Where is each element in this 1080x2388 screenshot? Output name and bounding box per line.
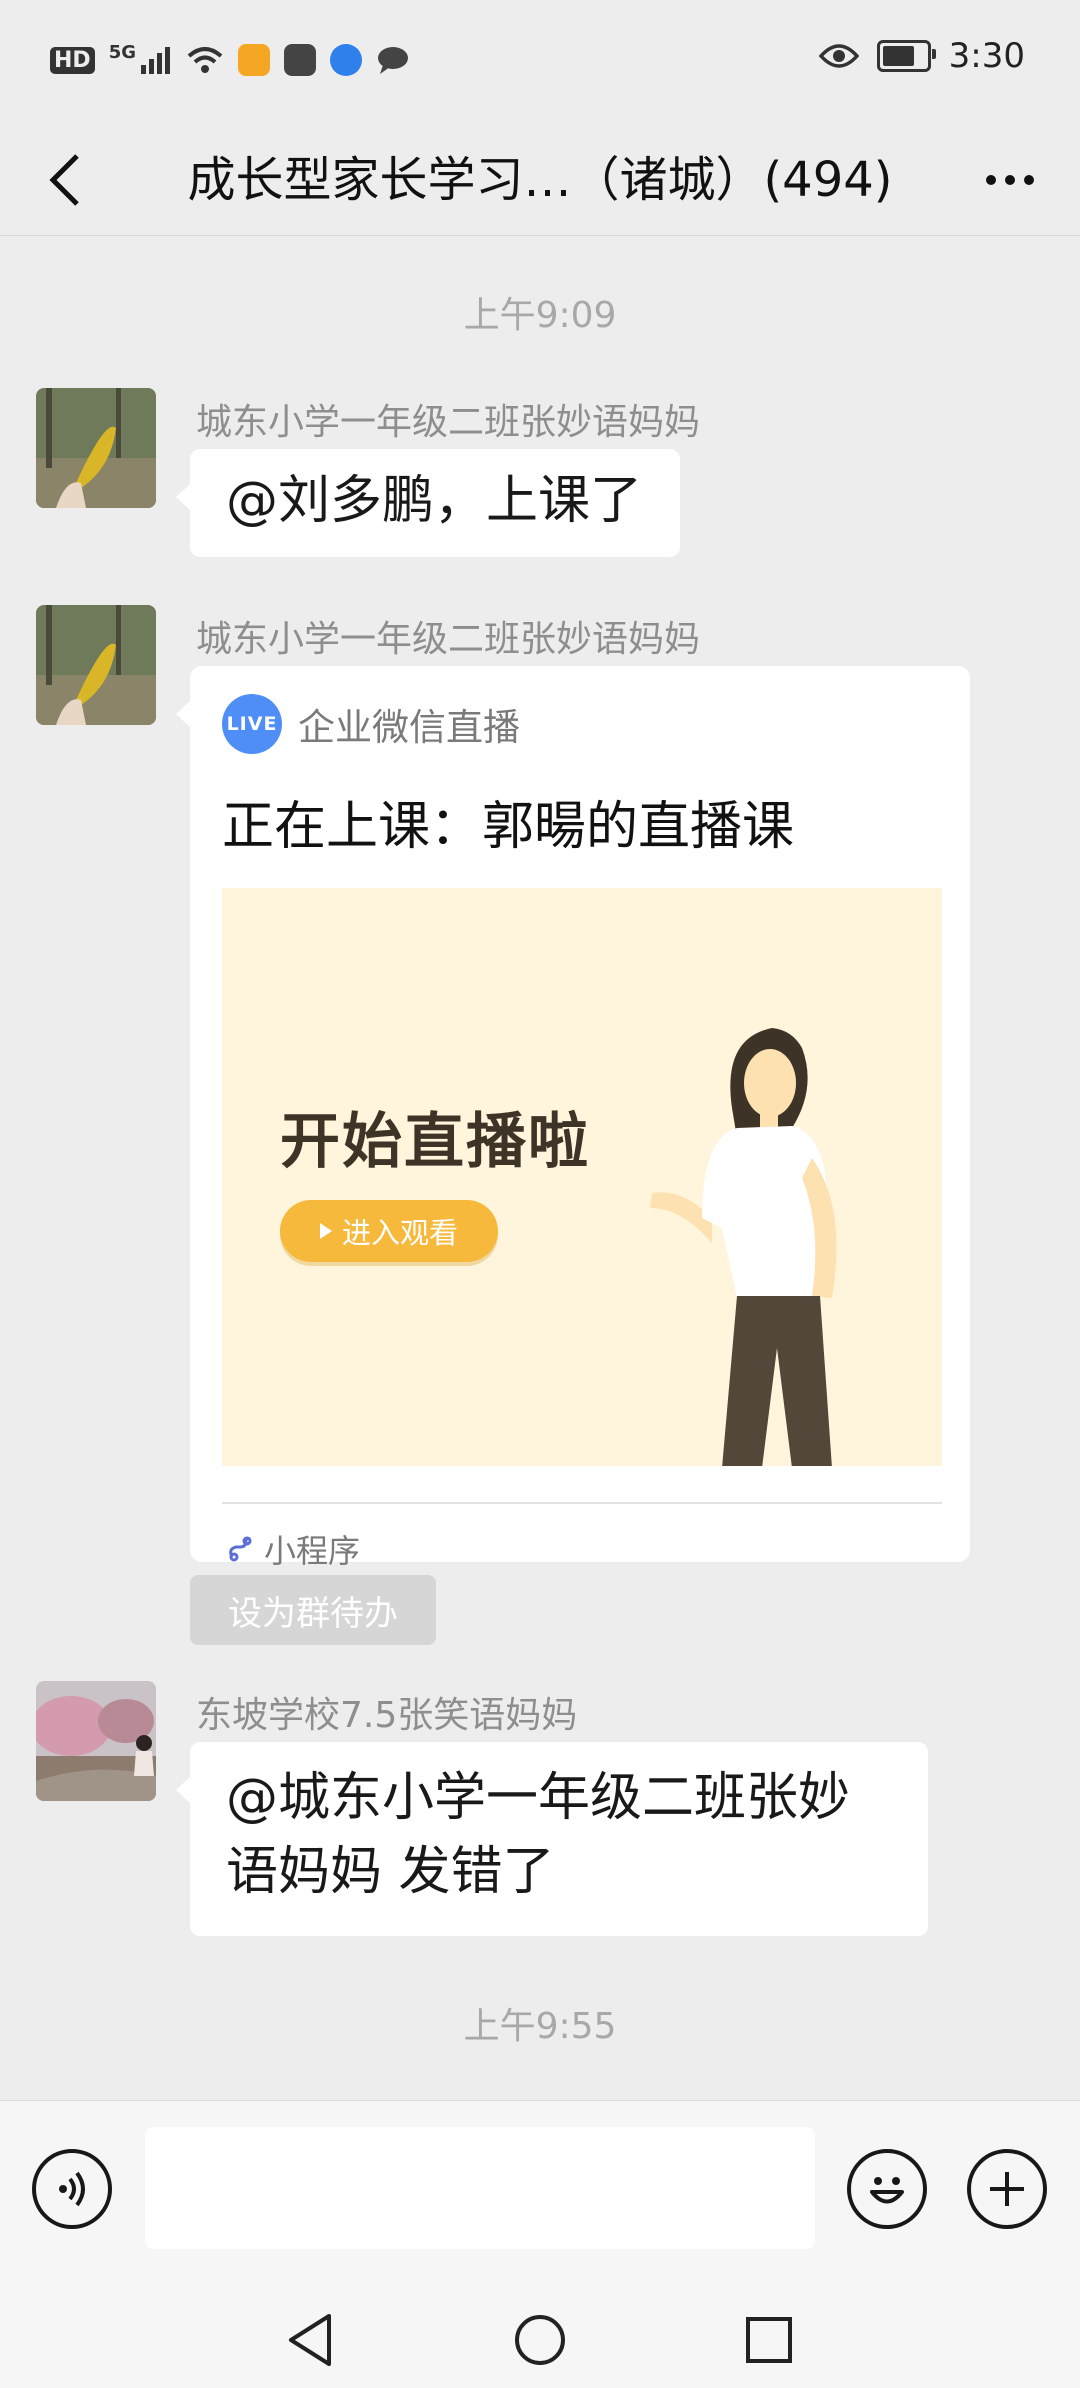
live-badge-icon: LIVE xyxy=(222,694,282,754)
message-timestamp: 上午9:09 xyxy=(463,295,617,336)
message-text: @刘多鹏，上课了 xyxy=(226,471,643,531)
cover-watch-button: 进入观看 xyxy=(280,1200,498,1262)
sender-name: 东坡学校7.5张笑语妈妈 xyxy=(196,1695,578,1736)
status-bar: HD 5G 3:30 xyxy=(0,0,1080,120)
avatar-image xyxy=(36,1681,156,1801)
hd-indicator: HD xyxy=(50,46,95,74)
card-title: 正在上课：郭暘的直播课 xyxy=(222,797,795,857)
more-button[interactable] xyxy=(970,140,1050,220)
more-dot xyxy=(1005,175,1015,185)
triangle-back-icon xyxy=(289,2314,331,2366)
status-icons-left: HD 5G xyxy=(50,38,410,82)
chat-input-bar xyxy=(0,2100,1080,2291)
notification-app-icon xyxy=(238,44,270,76)
woman-illustration xyxy=(650,1028,837,1466)
mini-program-link-icon xyxy=(229,1536,252,1562)
emoji-button[interactable] xyxy=(847,2149,927,2229)
cover-button-label: 进入观看 xyxy=(341,1216,458,1250)
more-dot xyxy=(1024,175,1034,185)
sender-name: 城东小学一年级二班张妙语妈妈 xyxy=(196,402,701,443)
notification-app-icon xyxy=(330,44,362,76)
plus-icon xyxy=(990,2172,1024,2206)
set-group-todo-button[interactable]: 设为群待办 xyxy=(190,1575,436,1645)
more-features-button[interactable] xyxy=(967,2149,1047,2229)
network-type: 5G xyxy=(108,41,136,63)
card-source-name: 企业微信直播 xyxy=(298,706,520,749)
avatar[interactable] xyxy=(36,388,156,508)
signal-icon xyxy=(141,47,170,74)
message-bubble[interactable]: @城东小学一年级二班张妙 语妈妈 发错了 xyxy=(176,1742,928,1936)
eye-icon xyxy=(818,44,859,68)
voice-icon xyxy=(59,2171,85,2207)
battery-level xyxy=(882,46,915,66)
notification-app-icon xyxy=(284,44,316,76)
system-navigation-bar xyxy=(0,2290,1080,2388)
emoji-icon xyxy=(870,2177,904,2204)
voice-button[interactable] xyxy=(32,2149,112,2229)
card-source: LIVE 企业微信直播 xyxy=(222,694,520,754)
message-timestamp: 上午9:55 xyxy=(463,2006,617,2047)
back-button[interactable] xyxy=(30,140,100,220)
avatar[interactable] xyxy=(36,605,156,725)
status-icons-right: 3:30 xyxy=(818,36,1025,76)
chat-header: 成长型家长学习…（诸城）(494) xyxy=(0,120,1080,236)
avatar-image xyxy=(36,605,156,725)
card-footer-label: 小程序 xyxy=(264,1532,361,1570)
more-dots-icon xyxy=(986,175,996,185)
system-recents-button[interactable] xyxy=(729,2300,809,2380)
cover-headline: 开始直播啦 xyxy=(280,1107,590,1177)
message-bubble-icon xyxy=(378,47,408,74)
message-text-line: 语妈妈 发错了 xyxy=(226,1841,555,1902)
back-arrow-icon xyxy=(49,154,79,206)
system-home-button[interactable] xyxy=(500,2300,580,2380)
mini-program-card[interactable]: LIVE 企业微信直播 正在上课：郭暘的直播课 开始直播啦 进入观看 小程序 xyxy=(176,666,970,1570)
system-back-button[interactable] xyxy=(270,2300,350,2380)
square-recents-icon xyxy=(746,2317,792,2363)
message-text-line: @城东小学一年级二班张妙 xyxy=(226,1768,851,1828)
sender-name: 城东小学一年级二班张妙语妈妈 xyxy=(196,619,701,660)
status-time: 3:30 xyxy=(948,36,1025,76)
wifi-icon xyxy=(187,47,223,73)
message-input[interactable] xyxy=(145,2127,815,2249)
avatar[interactable] xyxy=(36,1681,156,1801)
circle-home-icon xyxy=(515,2315,565,2365)
card-footer: 小程序 xyxy=(226,1526,360,1572)
chat-title: 成长型家长学习…（诸城）(494) xyxy=(187,152,893,208)
card-cover-image: 开始直播啦 进入观看 xyxy=(222,888,942,1466)
battery-icon xyxy=(876,40,936,72)
play-icon xyxy=(319,1223,332,1239)
message-bubble[interactable]: @刘多鹏，上课了 xyxy=(175,449,681,557)
avatar-image xyxy=(36,388,156,508)
card-divider xyxy=(222,1502,942,1504)
